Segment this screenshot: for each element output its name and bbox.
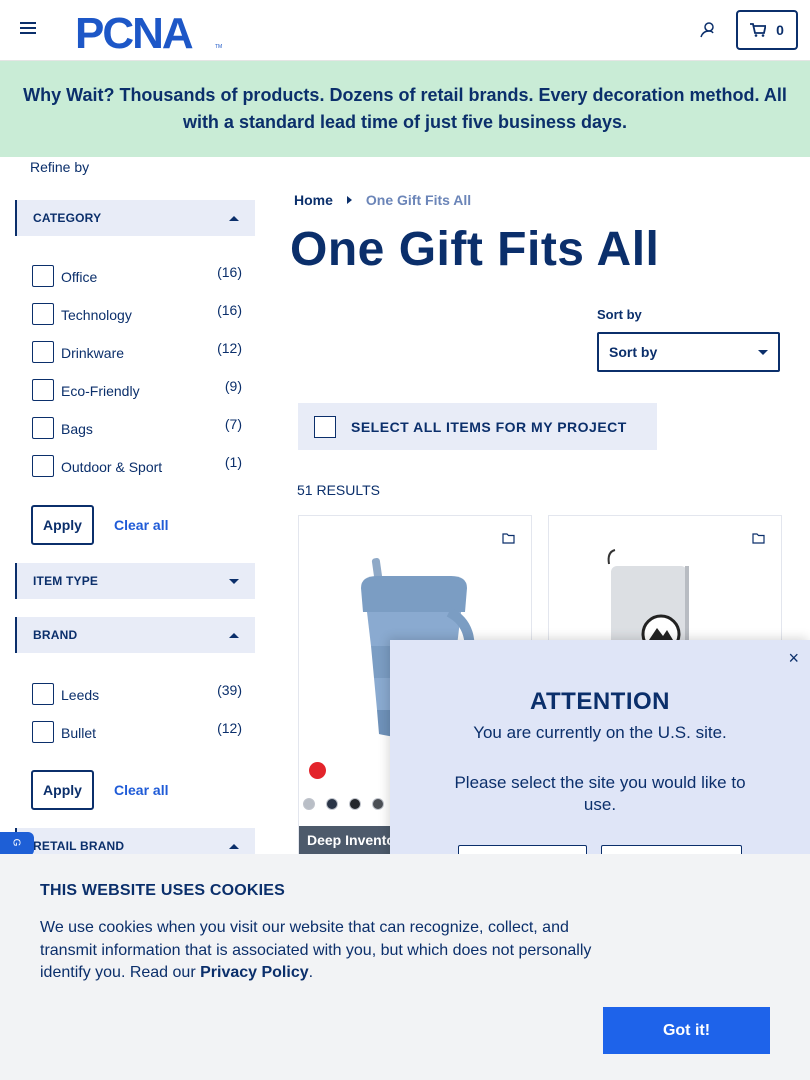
hamburger-menu-icon[interactable] [20,22,36,36]
facet-option[interactable]: Bullet (12) [32,720,242,744]
facet-checkbox[interactable] [32,341,54,363]
attention-line-select-site: Please select the site you would like to… [454,773,746,814]
sort-by-value: Sort by [609,344,658,360]
facet-header-brand[interactable]: BRAND [15,617,255,653]
color-swatch[interactable] [372,798,384,810]
select-all-checkbox[interactable] [314,415,336,438]
facet-option-name: Drinkware [61,345,125,361]
facet-header-label: BRAND [33,628,78,642]
breadcrumb: Home One Gift Fits All [294,192,471,208]
facet-header-category[interactable]: CATEGORY [15,200,255,236]
facet-header-item-type[interactable]: ITEM TYPE [15,563,255,599]
results-count: 51 RESULTS [297,482,380,498]
brand-logo-icon [309,762,326,779]
brand-apply-button[interactable]: Apply [31,770,94,810]
caret-up-icon [229,843,239,849]
facet-option-name: Outdoor & Sport [61,459,163,475]
select-all-label: SELECT ALL ITEMS FOR MY PROJECT [351,418,627,435]
site-header: PCNA TM 0 [0,0,810,61]
facet-option-count: (7) [224,416,242,432]
pcna-logo[interactable]: PCNA TM [75,8,225,52]
category-apply-button[interactable]: Apply [31,505,94,545]
breadcrumb-current: One Gift Fits All [365,192,472,208]
feedback-side-tab[interactable]: G [0,832,34,856]
attention-title: ATTENTION [529,688,671,715]
facet-option-name: Technology [61,307,132,323]
facet-option-name: Office [61,269,98,285]
facet-option[interactable]: Eco-Friendly (9) [32,378,242,402]
brand-clear-all-link[interactable]: Clear all [114,782,168,798]
facet-option[interactable]: Leeds (39) [32,682,242,706]
color-swatch[interactable] [349,798,361,810]
user-account-icon[interactable] [698,20,718,40]
breadcrumb-home-link[interactable]: Home [294,192,333,208]
caret-down-icon [229,578,239,584]
save-to-project-icon[interactable] [752,533,765,544]
facet-option[interactable]: Drinkware (12) [32,340,242,364]
cart-button[interactable]: 0 [736,10,798,50]
facet-option-count: (16) [217,302,242,318]
attention-line-current-site: You are currently on the U.S. site. [473,723,727,742]
promo-banner: Why Wait? Thousands of products. Dozens … [0,61,810,157]
cookie-text-end: . [308,964,314,981]
facet-option-name: Eco-Friendly [61,383,140,399]
facet-option[interactable]: Outdoor & Sport (1) [32,454,242,478]
facet-option[interactable]: Bags (7) [32,416,242,440]
facet-option-name: Leeds [61,687,100,703]
facet-option-count: (12) [217,720,242,736]
side-tab-glyph: G [10,838,22,847]
page-title: One Gift Fits All [290,223,660,276]
facet-option[interactable]: Office (16) [32,264,242,288]
facet-option-count: (12) [217,340,242,356]
color-swatch[interactable] [326,798,338,810]
sort-by-label: Sort by [597,307,642,322]
facet-option-count: (9) [224,378,242,394]
close-icon[interactable]: × [788,648,799,669]
cart-count: 0 [776,22,784,38]
category-clear-all-link[interactable]: Clear all [114,517,168,533]
facet-checkbox[interactable] [32,417,54,439]
facet-header-label: ITEM TYPE [33,574,99,588]
refine-by-label: Refine by [30,159,90,175]
facet-checkbox[interactable] [32,683,54,705]
save-to-project-icon[interactable] [502,533,515,544]
select-all-items-toggle[interactable]: SELECT ALL ITEMS FOR MY PROJECT [298,403,657,450]
facet-checkbox[interactable] [32,721,54,743]
caret-up-icon [229,632,239,638]
cart-icon [750,23,767,37]
facet-checkbox[interactable] [32,455,54,477]
cookie-banner: THIS WEBSITE USES COOKIES We use cookies… [0,854,810,1080]
facet-header-label: RETAIL BRAND [33,839,125,853]
facet-checkbox[interactable] [32,379,54,401]
facet-option-count: (16) [217,264,242,280]
facet-header-label: CATEGORY [33,211,102,225]
facet-option-name: Bullet [61,725,97,741]
promo-banner-text: Why Wait? Thousands of products. Dozens … [23,85,787,132]
facet-option-count: (39) [217,682,242,698]
sort-by-select[interactable]: Sort by [597,332,780,372]
color-swatch[interactable] [303,798,315,810]
cookie-text: We use cookies when you visit our websit… [40,917,605,985]
facet-option-name: Bags [61,421,93,437]
svg-text:PCNA: PCNA [75,9,193,52]
facet-checkbox[interactable] [32,265,54,287]
privacy-policy-link[interactable]: Privacy Policy [200,964,309,981]
breadcrumb-arrow-icon [346,196,352,204]
caret-up-icon [229,215,239,221]
got-it-button[interactable]: Got it! [603,1007,770,1054]
chevron-down-icon [758,349,768,355]
cookie-title: THIS WEBSITE USES COOKIES [40,882,286,899]
facet-option-count: (1) [224,454,242,470]
facet-option[interactable]: Technology (16) [32,302,242,326]
product-tag: Deep Invento [299,826,403,854]
color-swatches [303,798,384,810]
cookie-text-body: We use cookies when you visit our websit… [40,919,592,981]
facet-checkbox[interactable] [32,303,54,325]
svg-text:TM: TM [215,44,222,50]
